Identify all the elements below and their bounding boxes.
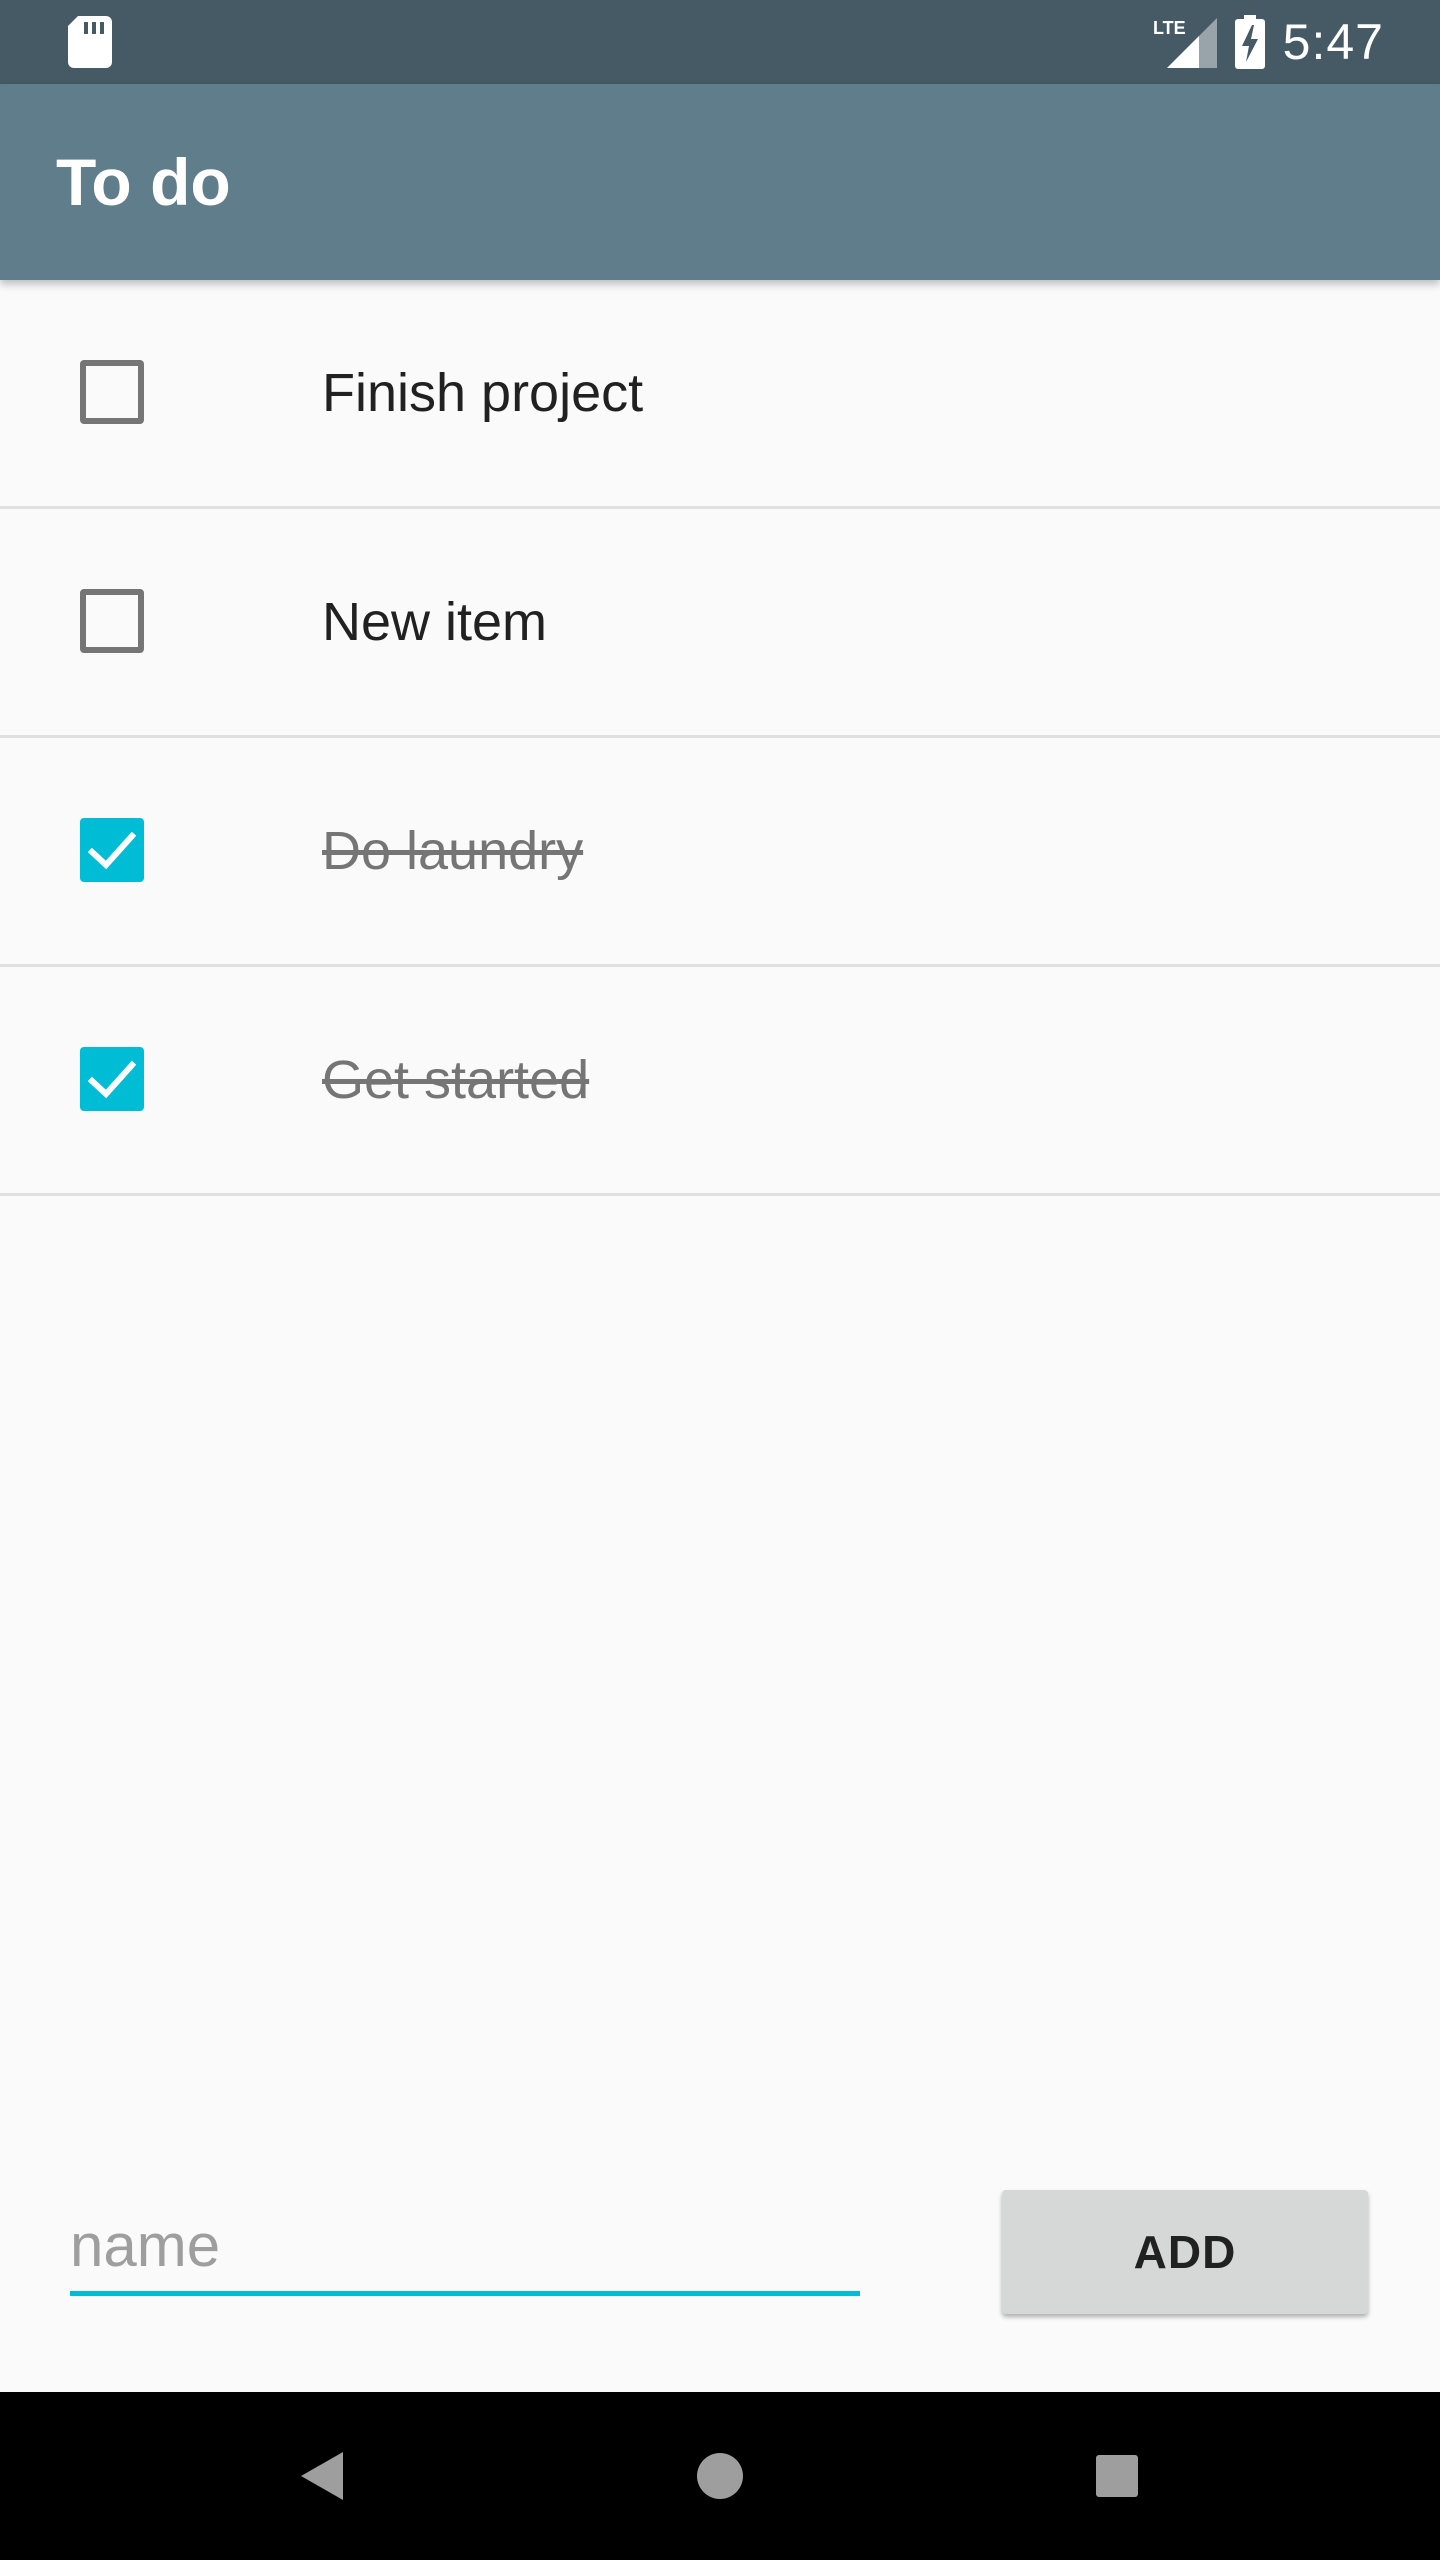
todo-label: Finish project [322, 363, 644, 423]
back-icon [301, 2452, 343, 2500]
home-button[interactable] [680, 2436, 760, 2516]
add-button[interactable]: ADD [1002, 2190, 1368, 2314]
home-icon [697, 2453, 743, 2499]
checkbox-unchecked[interactable] [80, 360, 144, 424]
todo-label-done: Do laundry [322, 821, 584, 881]
recents-icon [1096, 2455, 1138, 2497]
status-bar: LTE 5:47 [0, 0, 1440, 84]
todo-item[interactable]: Get started [0, 967, 1440, 1196]
screen: LTE 5:47 To do Finish project New item D… [0, 0, 1440, 2560]
svg-text:LTE: LTE [1153, 18, 1186, 38]
name-input[interactable] [70, 2200, 860, 2296]
checkbox-checked[interactable] [80, 1047, 144, 1111]
todo-item[interactable]: New item [0, 509, 1440, 738]
todo-item[interactable]: Finish project [0, 280, 1440, 509]
status-icons: LTE 5:47 [1153, 0, 1384, 84]
recents-button[interactable] [1077, 2436, 1157, 2516]
app-bar: To do [0, 84, 1440, 280]
page-title: To do [56, 145, 231, 219]
checkmark-icon [88, 1060, 136, 1099]
battery-charging-icon [1234, 15, 1265, 69]
status-time: 5:47 [1282, 14, 1384, 70]
todo-label-done: Get started [322, 1050, 590, 1110]
todo-list: Finish project New item Do laundry Get s… [0, 280, 1440, 1196]
navigation-bar [0, 2392, 1440, 2560]
back-button[interactable] [282, 2436, 362, 2516]
todo-item[interactable]: Do laundry [0, 738, 1440, 967]
todo-label: New item [322, 592, 548, 652]
checkbox-unchecked[interactable] [80, 589, 144, 653]
lte-signal-icon: LTE [1153, 18, 1217, 68]
sd-card-icon [68, 16, 112, 68]
checkmark-icon [88, 831, 136, 870]
checkbox-checked[interactable] [80, 818, 144, 882]
